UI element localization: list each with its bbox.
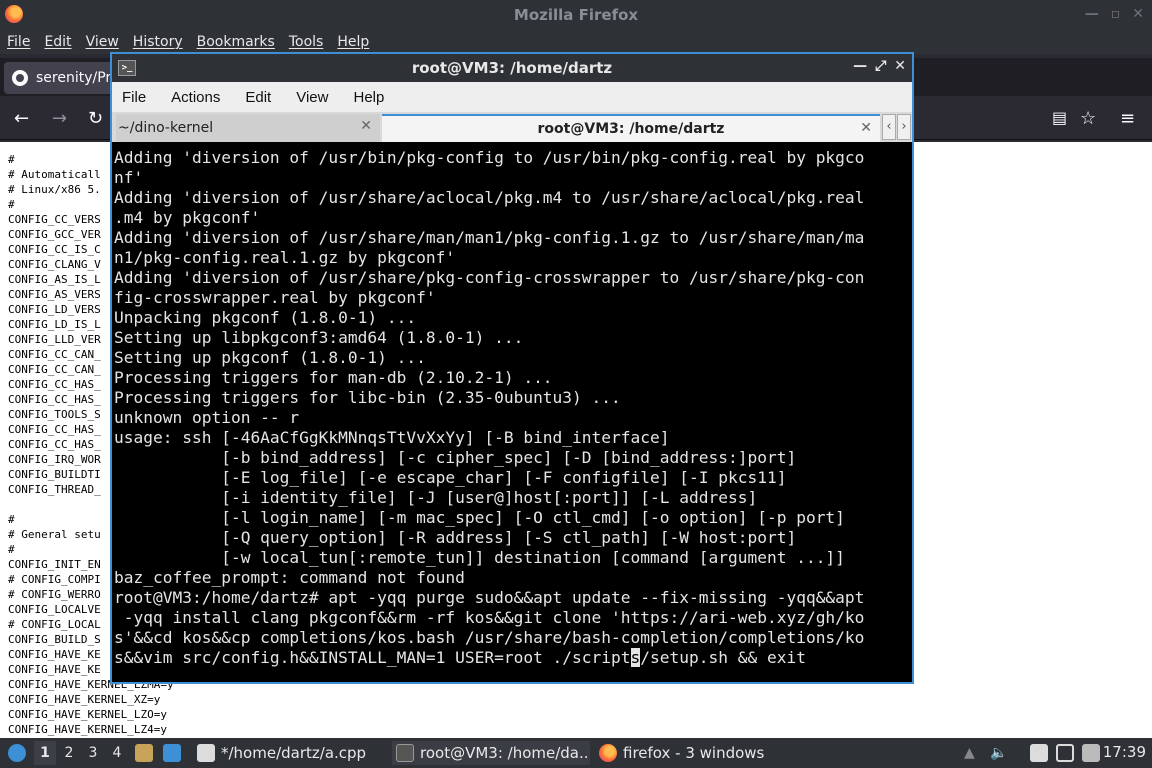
workspace-2[interactable]: 2 bbox=[58, 741, 80, 765]
firefox-tab[interactable]: serenity/Pro bbox=[4, 62, 120, 94]
firefox-icon bbox=[5, 5, 23, 23]
firefox-titlebar[interactable]: Mozilla Firefox — ▫ ✕ bbox=[0, 0, 1152, 30]
network-icon[interactable] bbox=[1056, 741, 1080, 765]
text-cursor: s bbox=[630, 648, 641, 667]
github-icon bbox=[12, 70, 28, 86]
terminal-text: Adding 'diversion of /usr/bin/pkg-config… bbox=[112, 144, 912, 668]
forward-icon[interactable]: → bbox=[52, 108, 67, 129]
terminal-icon bbox=[396, 744, 414, 762]
tray-arrow-icon[interactable]: ▲ bbox=[964, 741, 975, 765]
terminal-icon: >_ bbox=[118, 60, 136, 76]
firefox-menubar: File Edit View History Bookmarks Tools H… bbox=[0, 30, 1152, 54]
terminal-menu-help[interactable]: Help bbox=[353, 89, 384, 106]
maximize-icon[interactable]: ▫ bbox=[1111, 6, 1121, 22]
taskbar: 1 2 3 4 */home/dartz/a.cpp root@VM3: /ho… bbox=[0, 738, 1152, 768]
terminal-menu-view[interactable]: View bbox=[296, 89, 328, 106]
firefox-window-controls: — ▫ ✕ bbox=[1085, 6, 1144, 22]
terminal-tab-label: root@VM3: /home/dartz bbox=[537, 121, 725, 137]
terminal-menu-edit[interactable]: Edit bbox=[245, 89, 271, 106]
terminal-menu-file[interactable]: File bbox=[122, 89, 146, 106]
clipboard-icon[interactable] bbox=[1030, 741, 1054, 765]
close-icon[interactable]: ✕ bbox=[894, 58, 906, 74]
terminal-tab-root[interactable]: root@VM3: /home/dartz ✕ bbox=[382, 114, 880, 142]
firefox-window-title: Mozilla Firefox bbox=[513, 6, 639, 24]
menu-file[interactable]: File bbox=[7, 34, 30, 50]
terminal-output[interactable]: Adding 'diversion of /usr/bin/pkg-config… bbox=[112, 144, 912, 682]
maximize-icon[interactable]: ⤢ bbox=[875, 58, 886, 74]
workspace-1[interactable]: 1 bbox=[34, 741, 56, 765]
minimize-icon[interactable]: — bbox=[853, 58, 867, 74]
menu-bookmarks[interactable]: Bookmarks bbox=[197, 34, 275, 50]
menu-help[interactable]: Help bbox=[337, 34, 369, 50]
workspace-4[interactable]: 4 bbox=[106, 741, 128, 765]
tab-scroll-left-icon[interactable]: ‹ bbox=[882, 114, 896, 140]
reader-view-icon[interactable]: ▤ bbox=[1052, 108, 1067, 127]
terminal-tab-dino-kernel[interactable]: ~/dino-kernel ✕ bbox=[116, 114, 380, 142]
menu-edit[interactable]: Edit bbox=[44, 34, 71, 50]
back-icon[interactable]: ← bbox=[14, 108, 29, 129]
terminal-output-tail: /setup.sh && exit bbox=[640, 648, 806, 667]
terminal-tabbar: ~/dino-kernel ✕ root@VM3: /home/dartz ✕ … bbox=[112, 112, 912, 142]
terminal-window-title: root@VM3: /home/dartz bbox=[411, 59, 613, 77]
clock[interactable]: 17:39 bbox=[1103, 743, 1146, 761]
terminal-output-text: Adding 'diversion of /usr/bin/pkg-config… bbox=[114, 148, 865, 667]
terminal-window: >_ root@VM3: /home/dartz — ⤢ ✕ File Acti… bbox=[110, 52, 914, 684]
task-label: */home/dartz/a.cpp bbox=[221, 744, 367, 762]
terminal-titlebar[interactable]: >_ root@VM3: /home/dartz — ⤢ ✕ bbox=[112, 54, 912, 82]
terminal-menubar: File Actions Edit View Help bbox=[112, 82, 912, 112]
task-label: root@VM3: /home/da... bbox=[420, 744, 590, 762]
task-text-editor[interactable]: */home/dartz/a.cpp bbox=[193, 741, 385, 765]
minimize-icon[interactable]: — bbox=[1085, 6, 1099, 22]
reload-icon[interactable]: ↻ bbox=[88, 108, 103, 129]
close-icon[interactable]: ✕ bbox=[1132, 6, 1144, 22]
task-firefox[interactable]: firefox - 3 windows bbox=[595, 741, 765, 765]
workspace-3[interactable]: 3 bbox=[82, 741, 104, 765]
firefox-icon bbox=[599, 744, 617, 762]
start-menu-icon[interactable] bbox=[6, 741, 28, 765]
terminal-menu-actions[interactable]: Actions bbox=[171, 89, 220, 106]
task-terminal[interactable]: root@VM3: /home/da... bbox=[392, 741, 590, 765]
close-tab-icon[interactable]: ✕ bbox=[860, 120, 872, 136]
bookmark-star-icon[interactable]: ☆ bbox=[1080, 108, 1096, 129]
task-label: firefox - 3 windows bbox=[623, 744, 765, 762]
menu-tools[interactable]: Tools bbox=[289, 34, 324, 50]
hamburger-menu-icon[interactable]: ≡ bbox=[1120, 108, 1135, 129]
menu-view[interactable]: View bbox=[86, 34, 119, 50]
desktop-icon[interactable] bbox=[163, 741, 187, 765]
terminal-window-controls: — ⤢ ✕ bbox=[853, 58, 906, 74]
tab-scroll-right-icon[interactable]: › bbox=[897, 114, 911, 140]
firefox-tab-title: serenity/Pro bbox=[36, 70, 120, 86]
file-manager-icon[interactable] bbox=[135, 741, 159, 765]
terminal-tab-label: ~/dino-kernel bbox=[118, 120, 214, 136]
text-editor-icon bbox=[197, 744, 215, 762]
menu-history[interactable]: History bbox=[133, 34, 183, 50]
volume-icon[interactable]: 🔈 bbox=[990, 741, 1007, 765]
close-tab-icon[interactable]: ✕ bbox=[360, 118, 372, 134]
